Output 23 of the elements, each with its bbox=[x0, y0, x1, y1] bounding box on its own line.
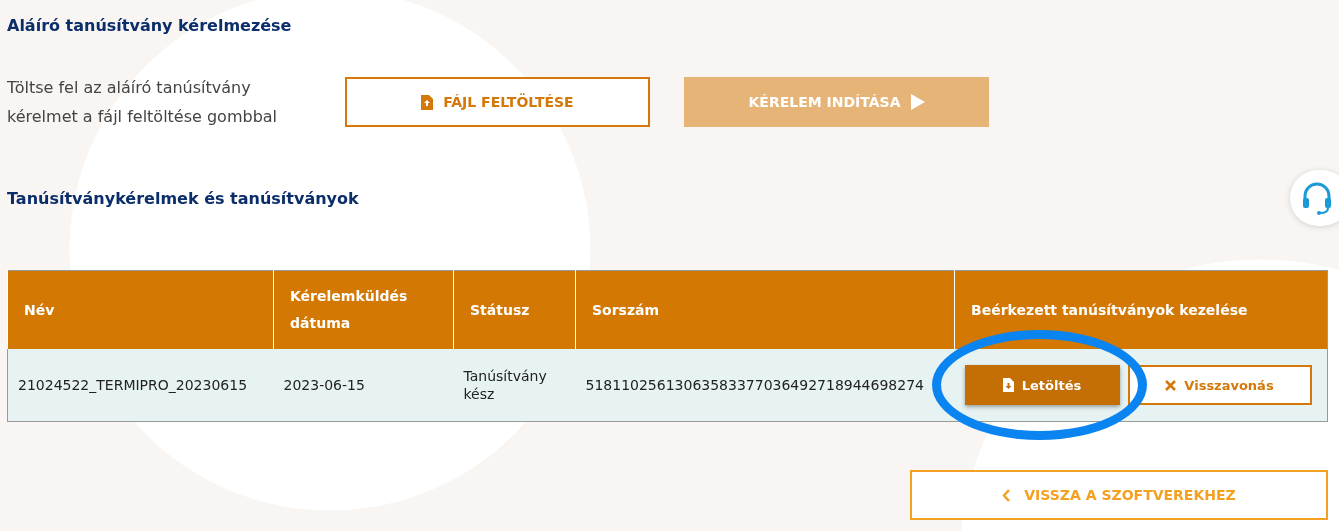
column-header: Kérelemküldés dátuma bbox=[273, 270, 454, 349]
column-header: Beérkezett tanúsítványok kezelése bbox=[954, 270, 1328, 349]
close-icon bbox=[1165, 379, 1177, 391]
column-header: Név bbox=[7, 270, 274, 349]
file-upload-icon bbox=[421, 94, 434, 110]
file-download-icon bbox=[1002, 378, 1014, 392]
column-header: Státusz bbox=[453, 270, 576, 349]
play-icon bbox=[910, 94, 925, 110]
section-title: Aláíró tanúsítvány kérelmezése bbox=[7, 16, 292, 35]
upload-file-button[interactable]: FÁJL FELTÖLTÉSE bbox=[345, 77, 650, 127]
table-cell: 2023-06-15 bbox=[273, 349, 454, 422]
column-header: Sorszám bbox=[575, 270, 955, 349]
section-title: Tanúsítványkérelmek és tanúsítványok bbox=[7, 189, 359, 208]
table-cell: Tanúsítvány kész bbox=[453, 349, 576, 422]
headset-icon bbox=[1300, 181, 1334, 215]
revoke-button[interactable]: Visszavonás bbox=[1127, 365, 1312, 405]
upload-instructions: Töltse fel az aláíró tanúsítvány kérelmet a fájl feltöltése gombbal bbox=[7, 77, 279, 128]
chevron-left-icon bbox=[1002, 488, 1011, 502]
table-cell: 51811025613063583377036492718944698274 bbox=[575, 349, 955, 422]
back-button[interactable]: VISSZA A SZOFTVEREKHEZ bbox=[910, 470, 1328, 520]
table-cell: 21024522_TERMIPRO_20230615 bbox=[7, 349, 274, 422]
support-button[interactable] bbox=[1290, 170, 1339, 226]
download-button[interactable]: Letöltés bbox=[964, 365, 1120, 405]
